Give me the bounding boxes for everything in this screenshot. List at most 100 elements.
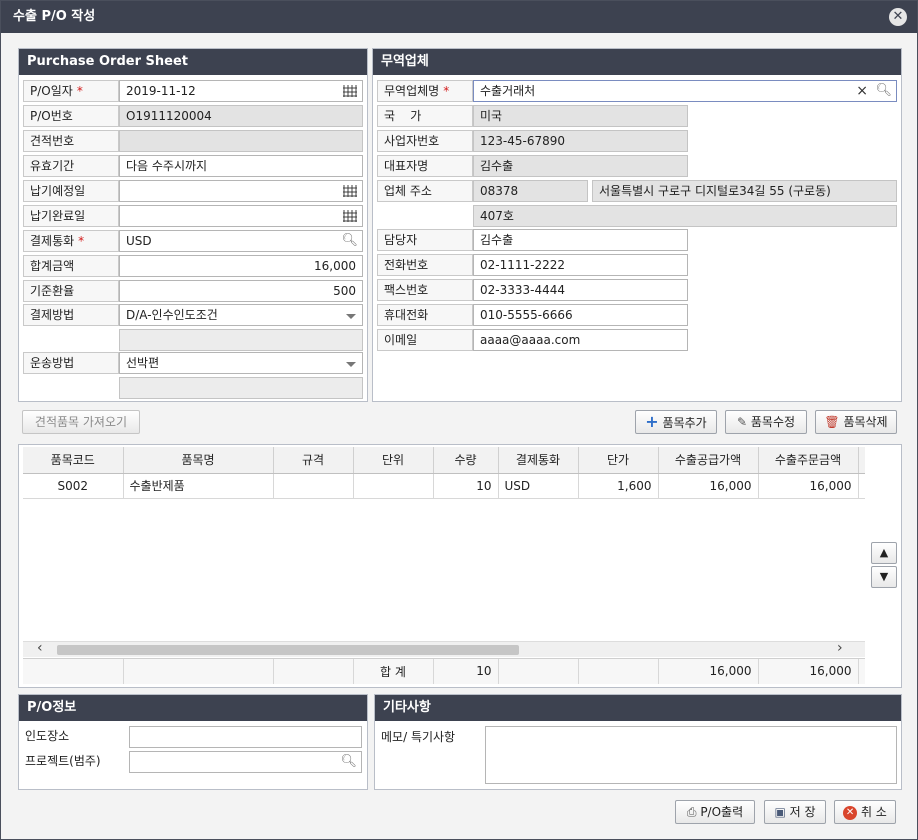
- project-field[interactable]: 🔍︎: [129, 751, 362, 773]
- country-field: 미국: [473, 105, 688, 127]
- cell-qty[interactable]: 10: [433, 473, 499, 499]
- total-amount-label: 합계금액: [23, 255, 119, 277]
- memo-textarea[interactable]: [485, 726, 897, 784]
- items-grid: 품목코드 품목명 규격 단위 수량 결제통화 단가 수출공급가액 수출주문금액: [23, 447, 865, 641]
- manager-label: 담당자: [377, 229, 473, 251]
- import-quote-button[interactable]: 견적품목 가져오기: [22, 410, 140, 434]
- po-dialog: 수출 P/O 작성 ✕ Purchase Order Sheet P/O일자 * …: [0, 0, 918, 840]
- quote-no-label: 견적번호: [23, 130, 119, 152]
- cell-code[interactable]: S002: [23, 473, 124, 499]
- plus-icon: +: [645, 412, 659, 431]
- col-header[interactable]: 품목명: [123, 447, 274, 474]
- cell-name[interactable]: 수출반제품: [123, 473, 274, 499]
- col-header[interactable]: 수출공급가액: [658, 447, 759, 474]
- zip-field: 08378: [473, 180, 588, 202]
- shipping-method-select[interactable]: 선박편: [119, 352, 363, 374]
- chevron-down-icon: [346, 362, 356, 367]
- calendar-icon[interactable]: [343, 185, 357, 197]
- biz-no-field: 123-45-67890: [473, 130, 688, 152]
- valid-period-field[interactable]: 다음 수주시까지: [119, 155, 363, 177]
- fax-field[interactable]: 02-3333-4444: [473, 279, 688, 301]
- payment-method-select[interactable]: D/A-인수인도조건: [119, 304, 363, 326]
- search-icon[interactable]: 🔍︎: [875, 83, 892, 99]
- trade-partner-panel: 무역업체 무역업체명 * 수출거래처 × 🔍︎ 국 가 미국 사업자번호 123-45…: [372, 48, 902, 402]
- calendar-icon[interactable]: [343, 85, 357, 97]
- calendar-icon[interactable]: [343, 210, 357, 222]
- clear-icon[interactable]: ×: [856, 81, 868, 101]
- printer-icon: ⎙: [686, 805, 697, 819]
- email-field[interactable]: aaaa@aaaa.com: [473, 329, 688, 351]
- cell-price[interactable]: 1,600: [578, 473, 659, 499]
- po-no-field: O1911120004: [119, 105, 363, 127]
- currency-label: 결제통화 *: [23, 230, 119, 252]
- cell-order[interactable]: 16,000: [758, 473, 859, 499]
- partner-name-field[interactable]: 수출거래처 × 🔍︎: [473, 80, 897, 102]
- fax-label: 팩스번호: [377, 279, 473, 301]
- col-header[interactable]: 수량: [433, 447, 499, 474]
- move-up-button[interactable]: ▲: [871, 542, 897, 564]
- scroll-right-icon[interactable]: ›: [837, 640, 843, 656]
- chevron-down-icon: [346, 314, 356, 319]
- delivery-done-label: 납기완료일: [23, 205, 119, 227]
- cell-currency[interactable]: USD: [498, 473, 579, 499]
- cell-unit[interactable]: [353, 473, 434, 499]
- delivery-place-field[interactable]: [129, 726, 362, 748]
- cell-supply[interactable]: 16,000: [658, 473, 759, 499]
- partner-name-label: 무역업체명 *: [377, 80, 473, 102]
- close-icon[interactable]: ✕: [889, 8, 907, 26]
- search-icon[interactable]: 🔍︎: [341, 233, 358, 249]
- delivery-done-field[interactable]: [119, 205, 363, 227]
- table-row[interactable]: S002 수출반제품 10 USD 1,600 16,000 16,000: [23, 473, 865, 499]
- footer-order: 16,000: [758, 659, 859, 684]
- po-sheet-panel: Purchase Order Sheet P/O일자 * 2019-11-12 P…: [18, 48, 368, 402]
- save-icon: ▣: [774, 805, 786, 819]
- ceo-field: 김수출: [473, 155, 688, 177]
- col-header[interactable]: 규격: [273, 447, 354, 474]
- cancel-button[interactable]: ✕ 취 소: [834, 800, 896, 824]
- mobile-field[interactable]: 010-5555-6666: [473, 304, 688, 326]
- print-po-button[interactable]: ⎙ P/O출력: [675, 800, 755, 824]
- col-header[interactable]: 수출주문금액: [758, 447, 859, 474]
- payment-method-extra: [119, 329, 363, 351]
- quote-no-field: [119, 130, 363, 152]
- phone-field[interactable]: 02-1111-2222: [473, 254, 688, 276]
- table-header-row: 품목코드 품목명 규격 단위 수량 결제통화 단가 수출공급가액 수출주문금액: [23, 447, 865, 474]
- address-line2-field: 407호: [473, 205, 897, 227]
- country-label: 국 가: [377, 105, 473, 127]
- mobile-label: 휴대전화: [377, 304, 473, 326]
- ceo-label: 대표자명: [377, 155, 473, 177]
- shipping-method-extra: [119, 377, 363, 399]
- manager-field[interactable]: 김수출: [473, 229, 688, 251]
- currency-field[interactable]: USD 🔍︎: [119, 230, 363, 252]
- po-no-label: P/O번호: [23, 105, 119, 127]
- etc-title: 기타사항: [375, 695, 901, 721]
- total-amount-field[interactable]: 16,000: [119, 255, 363, 277]
- exchange-rate-field[interactable]: 500: [119, 280, 363, 302]
- valid-period-label: 유효기간: [23, 155, 119, 177]
- move-down-button[interactable]: ▼: [871, 566, 897, 588]
- payment-method-label: 결제방법: [23, 304, 119, 326]
- etc-panel: 기타사항 메모/ 특기사항: [374, 694, 902, 790]
- email-label: 이메일: [377, 329, 473, 351]
- col-header[interactable]: 결제통화: [498, 447, 579, 474]
- window-title: 수출 P/O 작성: [13, 9, 96, 24]
- footer-label: 합 계: [353, 659, 434, 684]
- delete-item-button[interactable]: 🗑︎ 품목삭제: [815, 410, 897, 434]
- po-info-panel: P/O정보 인도장소 프로젝트(범주) 🔍︎: [18, 694, 368, 790]
- footer-row: 합 계 10 16,000 16,000: [23, 659, 865, 684]
- col-header[interactable]: 품목코드: [23, 447, 124, 474]
- delivery-plan-field[interactable]: [119, 180, 363, 202]
- biz-no-label: 사업자번호: [377, 130, 473, 152]
- col-header[interactable]: 단가: [578, 447, 659, 474]
- horizontal-scrollbar[interactable]: ‹ ›: [23, 640, 865, 657]
- save-button[interactable]: ▣ 저 장: [764, 800, 826, 824]
- col-header[interactable]: 단위: [353, 447, 434, 474]
- add-item-button[interactable]: + 품목추가: [635, 410, 717, 434]
- po-date-field[interactable]: 2019-11-12: [119, 80, 363, 102]
- edit-item-button[interactable]: ✎ 품목수정: [725, 410, 807, 434]
- po-sheet-title: Purchase Order Sheet: [19, 49, 367, 75]
- search-icon[interactable]: 🔍︎: [340, 754, 357, 770]
- scrollbar-thumb[interactable]: [57, 645, 519, 655]
- cell-spec[interactable]: [273, 473, 354, 499]
- scroll-left-icon[interactable]: ‹: [37, 640, 43, 656]
